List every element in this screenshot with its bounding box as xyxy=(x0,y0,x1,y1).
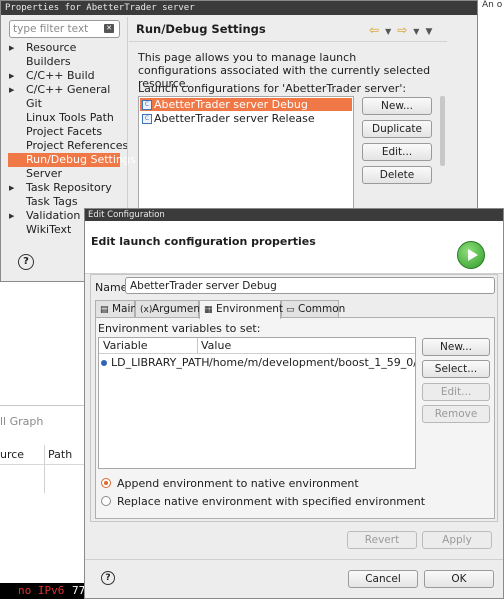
back-arrow-icon[interactable]: ⇦ xyxy=(369,23,379,37)
main-tab-icon: ▤ xyxy=(100,305,109,315)
background-column-path: Path xyxy=(48,448,73,461)
edit-variable-button[interactable]: Edit... xyxy=(422,383,490,401)
help-icon[interactable]: ? xyxy=(101,571,115,585)
tree-sash[interactable] xyxy=(127,17,128,217)
launch-config-item-release[interactable]: C AbetterTrader server Release xyxy=(140,112,352,125)
background-call-graph-title: ll Graph xyxy=(0,415,44,428)
name-input[interactable] xyxy=(125,277,495,294)
tree-item-resource[interactable]: ▶ Resource xyxy=(8,41,120,55)
clear-filter-icon[interactable]: ✕ xyxy=(104,24,114,33)
forward-dropdown-icon[interactable]: ▼ xyxy=(413,27,419,36)
tree-item-task-repository[interactable]: ▶ Task Repository xyxy=(8,181,120,195)
edit-config-button[interactable]: Edit... xyxy=(362,143,432,161)
tree-item-run-debug-settings[interactable]: Run/Debug Settings xyxy=(8,153,136,167)
environment-variables-label: Environment variables to set: xyxy=(98,322,261,335)
env-variable-name: LD_LIBRARY_PATH xyxy=(111,356,210,369)
revert-button[interactable]: Revert xyxy=(347,531,417,549)
apply-button[interactable]: Apply xyxy=(422,531,492,549)
delete-config-button[interactable]: Delete xyxy=(362,166,432,184)
page-nav-icons: ⇦ ▼ ⇨ ▼ ▼ xyxy=(369,23,438,37)
tree-item-cpp-build[interactable]: ▶ C/C++ Build xyxy=(8,69,120,83)
select-variable-button[interactable]: Select... xyxy=(422,360,490,378)
edit-dialog-title: Edit Configuration xyxy=(85,209,503,221)
properties-window-title: Properties for AbetterTrader server xyxy=(1,1,477,15)
expand-arrow-icon[interactable]: ▶ xyxy=(9,83,14,97)
new-config-button[interactable]: New... xyxy=(362,97,432,115)
new-variable-button[interactable]: New... xyxy=(422,338,490,356)
tree-item-builders[interactable]: Builders xyxy=(8,55,120,69)
tree-item-server[interactable]: Server xyxy=(8,167,120,181)
help-icon[interactable]: ? xyxy=(18,254,34,270)
remove-variable-button[interactable]: Remove xyxy=(422,405,490,423)
tab-strip: ▤ Main (x)Arguments ▦ Environment ▭ Common xyxy=(95,300,495,319)
button-bar-separator xyxy=(85,559,503,560)
tab-main[interactable]: ▤ Main xyxy=(95,300,137,318)
launch-configurations-list: C AbetterTrader server Debug C AbetterTr… xyxy=(138,96,354,210)
edit-dialog-header: Edit launch configuration properties xyxy=(85,221,503,274)
filter-box[interactable]: ✕ xyxy=(9,20,120,38)
environment-variable-icon xyxy=(101,360,107,366)
terminal-ipv6-text: no IPv6 xyxy=(18,584,65,597)
page-title: Run/Debug Settings xyxy=(136,22,266,36)
title-separator xyxy=(129,41,447,42)
expand-arrow-icon[interactable]: ▶ xyxy=(9,69,14,83)
back-dropdown-icon[interactable]: ▼ xyxy=(385,27,391,36)
expand-arrow-icon[interactable]: ▶ xyxy=(9,181,14,195)
run-icon xyxy=(457,241,485,269)
tree-item-project-facets[interactable]: Project Facets xyxy=(8,125,120,139)
duplicate-config-button[interactable]: Duplicate xyxy=(362,120,432,138)
environment-tab-icon: ▦ xyxy=(204,305,213,315)
cpp-launch-config-icon: C xyxy=(142,114,152,124)
arguments-tab-icon: (x) xyxy=(140,305,153,315)
env-variable-value: /home/m/development/boost_1_59_0/lib/deb… xyxy=(209,356,415,369)
radio-replace[interactable] xyxy=(101,496,111,506)
background-column-divider xyxy=(44,445,45,493)
tab-arguments[interactable]: (x)Arguments xyxy=(135,300,210,318)
background-call-graph-panel xyxy=(0,405,90,586)
ok-button[interactable]: OK xyxy=(424,570,494,588)
tree-item-linux-tools-path[interactable]: Linux Tools Path xyxy=(8,111,120,125)
tree-item-project-references[interactable]: Project References xyxy=(8,139,128,153)
cpp-launch-config-icon: C xyxy=(142,100,152,110)
tab-environment[interactable]: ▦ Environment xyxy=(199,300,283,319)
tab-common[interactable]: ▭ Common xyxy=(281,300,345,318)
filter-input[interactable] xyxy=(13,22,98,36)
table-row[interactable]: LD_LIBRARY_PATH /home/m/development/boos… xyxy=(99,355,415,370)
cancel-button[interactable]: Cancel xyxy=(348,570,418,588)
view-menu-icon[interactable]: ▼ xyxy=(425,27,432,37)
common-tab-icon: ▭ xyxy=(286,305,295,315)
column-header-variable[interactable]: Variable xyxy=(103,339,148,353)
tree-item-task-tags[interactable]: Task Tags xyxy=(8,195,120,209)
background-editor-text: An o xyxy=(482,0,503,10)
expand-arrow-icon[interactable]: ▶ xyxy=(9,41,14,55)
edit-dialog-header-title: Edit launch configuration properties xyxy=(91,235,316,248)
launch-configurations-label: Launch configurations for 'AbetterTrader… xyxy=(138,82,407,95)
expand-arrow-icon[interactable]: ▶ xyxy=(9,209,14,223)
forward-arrow-icon[interactable]: ⇨ xyxy=(397,23,407,37)
edit-configuration-dialog: Edit Configuration Edit launch configura… xyxy=(84,208,504,599)
tree-item-git[interactable]: Git xyxy=(8,97,120,111)
background-column-source: urce xyxy=(0,448,25,461)
table-header-divider xyxy=(99,353,415,354)
column-divider[interactable] xyxy=(197,338,198,353)
page-scrollbar[interactable] xyxy=(440,96,445,166)
radio-append[interactable] xyxy=(101,478,111,488)
column-header-value[interactable]: Value xyxy=(201,339,231,353)
environment-variables-table: Variable Value LD_LIBRARY_PATH /home/m/d… xyxy=(98,337,416,469)
launch-config-item-debug[interactable]: C AbetterTrader server Debug xyxy=(140,98,352,111)
tree-item-cpp-general[interactable]: ▶ C/C++ General xyxy=(8,83,120,97)
background-divider xyxy=(0,464,90,465)
